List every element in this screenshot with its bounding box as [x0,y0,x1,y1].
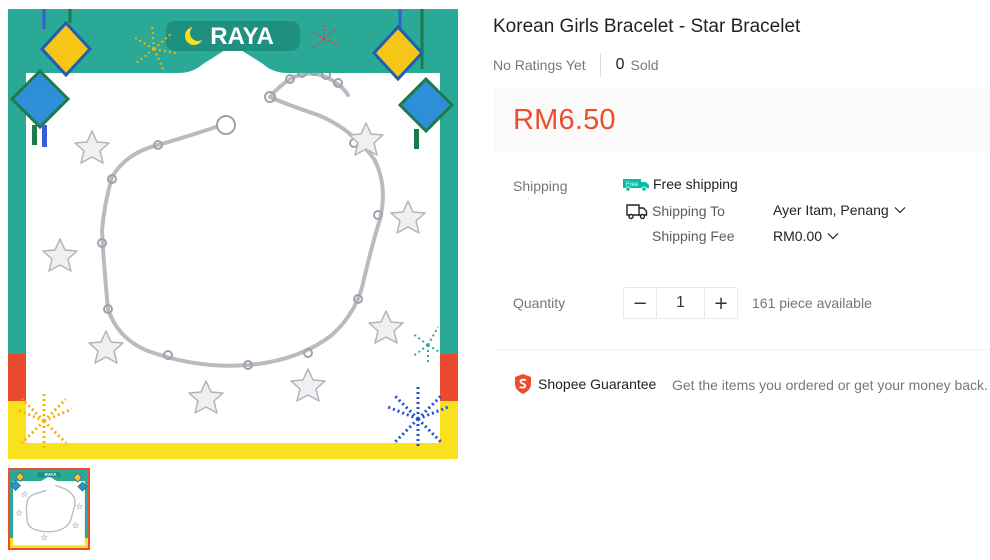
chevron-down-icon [827,233,839,240]
chevron-down-icon [894,207,906,214]
shipping-fee-value: RM0.00 [773,228,823,244]
product-main-image[interactable]: RAYA [8,9,458,459]
free-badge-text: Free [626,182,639,188]
free-shipping-text: Free shipping [653,176,738,192]
guarantee-label: Shopee Guarantee [538,376,657,392]
raya-banner-text: RAYA [210,23,274,50]
quantity-label: Quantity [513,295,566,311]
shipping-to-value: Ayer Itam, Penang [773,202,889,218]
shipping-fee-row: Shipping Fee [652,228,735,244]
shipping-fee-label: Shipping Fee [652,228,735,244]
free-shipping-truck-icon: Free [623,179,649,192]
thumbnail-image: RAYA [10,470,88,548]
stock-available-text: 161 piece available [752,295,872,311]
quantity-stepper: − + [623,287,738,319]
no-ratings-text[interactable]: No Ratings Yet [493,57,600,73]
product-price: RM6.50 [513,103,616,136]
rating-row: No Ratings Yet 0 Sold [493,52,659,78]
product-thumbnail[interactable]: RAYA [8,468,90,550]
raya-bracelet-image: RAYA [8,9,458,459]
sold-count: 0 [615,56,625,73]
product-info-panel: Korean Girls Bracelet - Star Bracelet No… [493,0,990,560]
thumb-banner-text: RAYA [45,472,58,477]
quantity-increase-button[interactable]: + [705,288,737,318]
section-divider [493,349,990,350]
free-shipping-row: Free Free shipping [623,176,738,192]
truck-icon [626,204,648,220]
shipping-to-selector[interactable]: Ayer Itam, Penang [773,202,906,218]
sold-label: Sold [630,57,659,73]
quantity-input[interactable] [656,288,705,318]
quantity-decrease-button[interactable]: − [624,288,656,318]
shopee-guarantee-link[interactable]: Shopee Guarantee [513,373,656,395]
price-box: RM6.50 [493,87,990,153]
guarantee-description: Get the items you ordered or get your mo… [672,377,988,393]
product-title: Korean Girls Bracelet - Star Bracelet [493,16,801,37]
shipping-to-row: Shipping To [626,202,725,220]
shipping-label: Shipping [513,178,568,194]
shipping-fee-selector[interactable]: RM0.00 [773,228,839,244]
shield-icon [515,374,531,394]
shipping-to-label: Shipping To [652,203,725,219]
